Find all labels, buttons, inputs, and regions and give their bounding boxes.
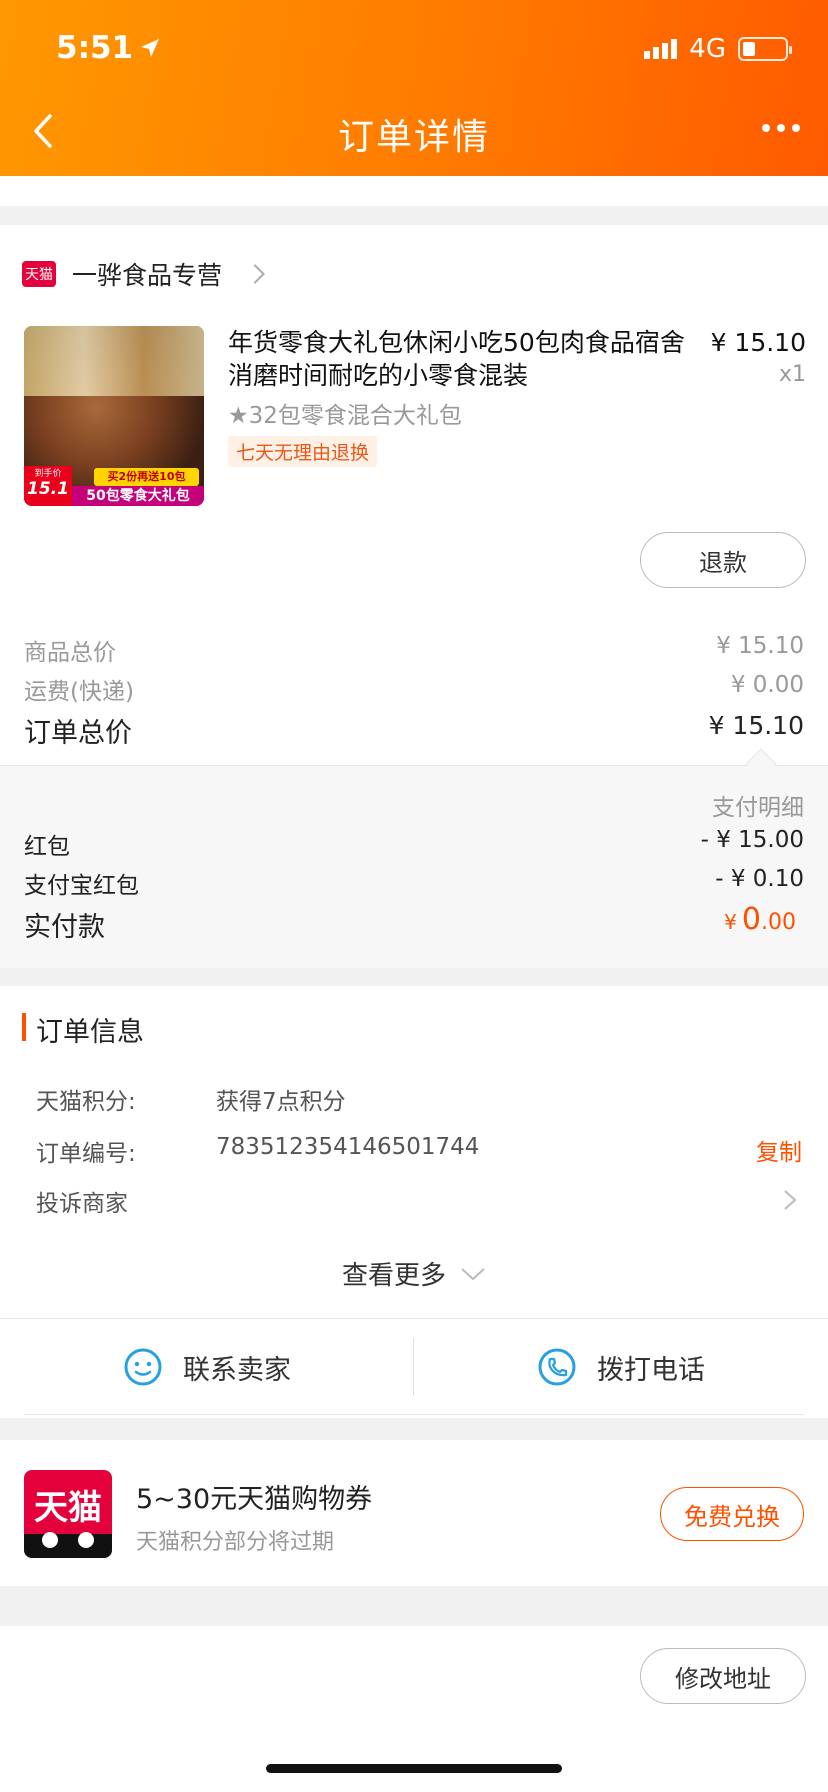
section-separator [0, 968, 828, 986]
goods-total-label: 商品总价 [24, 640, 116, 666]
product-sku: ★32包零食混合大礼包 [228, 403, 462, 429]
shop-link[interactable]: 天猫 一骅食品专营 [22, 256, 265, 292]
complaint-label: 投诉商家 [36, 1191, 128, 1217]
points-label: 天猫积分: [36, 1089, 136, 1115]
paid-amount-value: ¥ 0.00 [724, 902, 796, 937]
chat-face-icon [124, 1348, 162, 1386]
more-options-button[interactable] [762, 124, 800, 132]
chevron-down-icon [461, 1267, 485, 1280]
shop-name: 一骅食品专营 [72, 261, 223, 290]
section-separator [0, 1586, 828, 1626]
call-phone-button[interactable]: 拨打电话 [414, 1320, 828, 1414]
product-title[interactable]: 年货零食大礼包休闲小吃50包肉食品宿舍消磨时间耐吃的小零食混装 [228, 326, 688, 392]
shipping-label: 运费(快递) [24, 679, 134, 705]
status-indicators: 4G [644, 34, 792, 64]
see-more-button[interactable]: 查看更多 [0, 1255, 828, 1292]
product-image-promo: 买2份再送10包 [94, 468, 199, 486]
hongbao-label: 红包 [24, 834, 70, 860]
divider [24, 1414, 804, 1415]
header-bar: 5:51 4G 订单详情 [0, 0, 828, 176]
product-image-packs [24, 326, 204, 396]
product-image-price: 到手价 15.1 [24, 466, 72, 506]
paid-amount-label: 实付款 [24, 912, 105, 943]
modify-address-button[interactable]: 修改地址 [640, 1648, 806, 1704]
alipay-hongbao-value: - ¥ 0.10 [715, 866, 804, 892]
order-total-value: ¥ 15.10 [708, 711, 804, 740]
payment-detail-link[interactable]: 支付明细 [712, 788, 804, 822]
complaint-row[interactable]: 投诉商家 [0, 1178, 828, 1218]
see-more-label: 查看更多 [341, 1261, 446, 1291]
goods-total-value: ¥ 15.10 [716, 633, 804, 659]
coupon-subtitle: 天猫积分部分将过期 [136, 1530, 335, 1555]
home-indicator[interactable] [266, 1764, 562, 1773]
status-time: 5:51 [56, 30, 161, 66]
tmall-badge: 天猫 [22, 261, 56, 287]
contact-seller-button[interactable]: 联系卖家 [0, 1320, 414, 1414]
location-arrow-icon [141, 39, 160, 57]
hongbao-value: - ¥ 15.00 [700, 827, 804, 853]
phone-icon [538, 1348, 576, 1386]
product-image-banner: 50包零食大礼包 [72, 486, 204, 506]
section-separator [0, 206, 828, 225]
page-title: 订单详情 [337, 117, 490, 158]
section-separator [0, 1418, 828, 1440]
order-number-value: 783512354146501744 [216, 1134, 480, 1160]
redeem-coupon-button[interactable]: 免费兑换 [660, 1487, 804, 1541]
copy-button[interactable]: 复制 [756, 1133, 802, 1167]
order-info-title: 订单信息 [36, 1017, 144, 1048]
signal-icon [644, 39, 678, 59]
product-quantity: x1 [778, 362, 806, 387]
network-label: 4G [689, 34, 726, 64]
order-number-label: 订单编号: [36, 1141, 136, 1167]
contact-seller-label: 联系卖家 [183, 1354, 291, 1386]
product-price: ¥ 15.10 [710, 328, 806, 357]
order-total-label: 订单总价 [24, 718, 132, 749]
chevron-right-icon [245, 264, 265, 284]
call-phone-label: 拨打电话 [597, 1354, 705, 1386]
alipay-hongbao-label: 支付宝红包 [24, 873, 139, 899]
divider [0, 1318, 828, 1319]
return-policy-tag: 七天无理由退换 [228, 436, 378, 467]
battery-icon [738, 37, 792, 61]
section-accent-bar [22, 1013, 26, 1041]
chevron-right-icon [784, 1190, 797, 1210]
product-image[interactable]: 买2份再送10包 50包零食大礼包 到手价 15.1 [24, 326, 204, 506]
shipping-value: ¥ 0.00 [730, 672, 804, 698]
tmall-logo: 天猫 [24, 1470, 112, 1558]
points-value: 获得7点积分 [216, 1089, 346, 1115]
refund-button[interactable]: 退款 [640, 532, 806, 588]
coupon-title: 5~30元天猫购物券 [136, 1484, 373, 1515]
